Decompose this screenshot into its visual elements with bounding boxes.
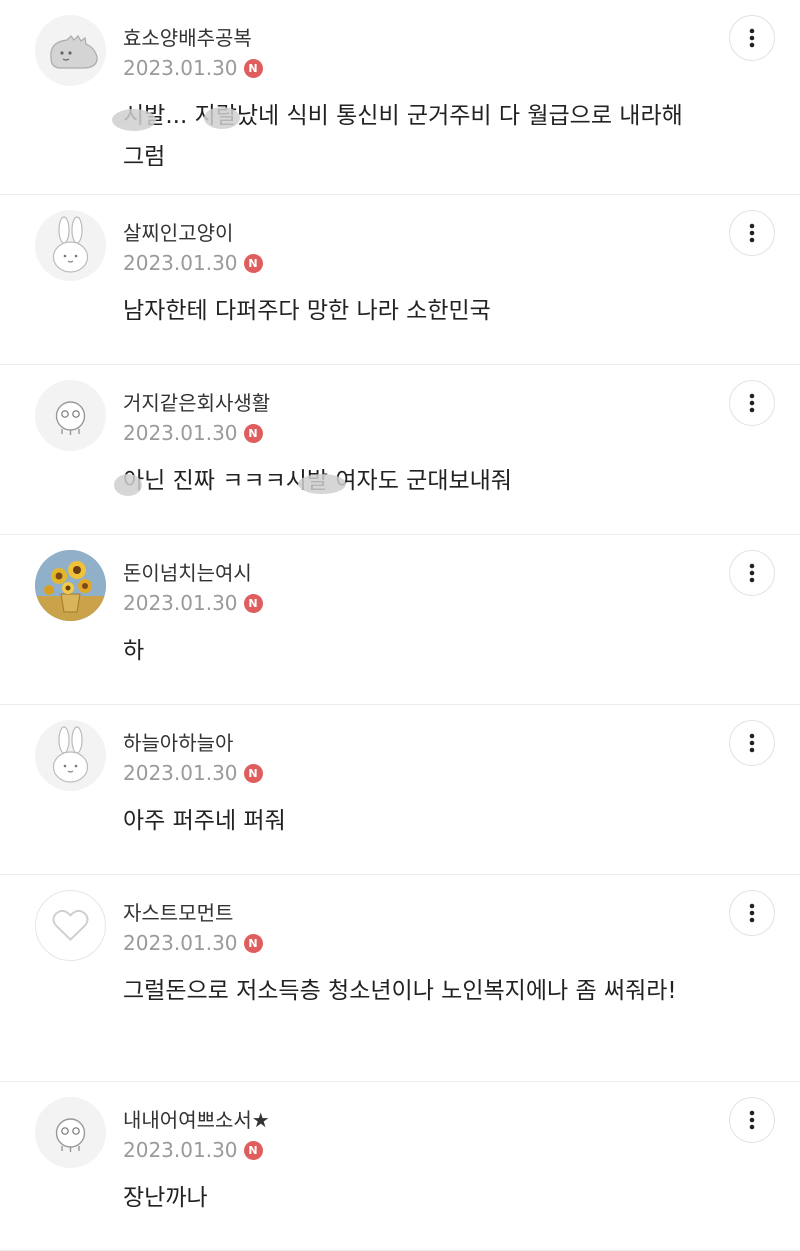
comment-text: 장난까나 — [123, 1185, 208, 1211]
more-options-button[interactable] — [729, 550, 775, 596]
more-vertical-icon — [749, 563, 755, 583]
new-badge: N — [243, 253, 263, 273]
comment-meta: 2023.01.30 N — [123, 761, 263, 785]
comment-nickname[interactable]: 하늘아하늘아 — [123, 727, 233, 756]
more-vertical-icon — [749, 28, 755, 48]
comment-meta: 2023.01.30 N — [123, 591, 263, 615]
comment-date: 2023.01.30 — [123, 761, 238, 785]
more-vertical-icon — [749, 903, 755, 923]
blur-smudge — [112, 107, 240, 131]
comment-meta: 2023.01.30 N — [123, 931, 263, 955]
comment-nickname[interactable]: 돈이넘치는여시 — [123, 557, 252, 586]
more-vertical-icon — [749, 393, 755, 413]
comment-nickname[interactable]: 자스트모먼트 — [123, 897, 233, 926]
comment-meta: 2023.01.30 N — [123, 421, 263, 445]
new-badge: N — [243, 1140, 263, 1160]
rabbit-avatar-icon[interactable] — [35, 210, 106, 281]
comment-item: 하늘아하늘아 2023.01.30 N 아주 퍼주네 퍼줘 — [0, 705, 800, 875]
character-avatar-icon[interactable] — [35, 380, 106, 451]
comment-item: 자스트모먼트 2023.01.30 N 그럴돈으로 저소득층 청소년이나 노인복… — [0, 875, 800, 1082]
comment-nickname[interactable]: 효소양배추공복 — [123, 22, 252, 51]
character-avatar-icon[interactable] — [35, 1097, 106, 1168]
more-options-button[interactable] — [729, 380, 775, 426]
comment-item: 살찌인고양이 2023.01.30 N 남자한테 다퍼주다 망한 나라 소한민국 — [0, 195, 800, 365]
new-badge: N — [243, 58, 263, 78]
comment-nickname[interactable]: 내내어여쁘소서★ — [123, 1104, 270, 1133]
dino-avatar-icon[interactable] — [35, 15, 106, 86]
more-options-button[interactable] — [729, 720, 775, 766]
comment-date: 2023.01.30 — [123, 1138, 238, 1162]
comment-date: 2023.01.30 — [123, 931, 238, 955]
more-options-button[interactable] — [729, 15, 775, 61]
comment-meta: 2023.01.30 N — [123, 251, 263, 275]
comment-date: 2023.01.30 — [123, 421, 238, 445]
comment-meta: 2023.01.30 N — [123, 56, 263, 80]
more-options-button[interactable] — [729, 890, 775, 936]
comment-item: 거지같은회사생활 2023.01.30 N 아닌 진짜 ㅋㅋㅋ시발 여자도 군대… — [0, 365, 800, 535]
comment-meta: 2023.01.30 N — [123, 1138, 263, 1162]
new-badge: N — [243, 423, 263, 443]
comment-nickname[interactable]: 거지같은회사생활 — [123, 387, 270, 416]
comment-text: 아주 퍼주네 퍼줘 — [123, 808, 286, 834]
comment-date: 2023.01.30 — [123, 251, 238, 275]
new-badge: N — [243, 763, 263, 783]
comment-item: 효소양배추공복 2023.01.30 N 시발... 지랄났네 식비 통신비 군… — [0, 0, 800, 195]
comment-item: 돈이넘치는여시 2023.01.30 N 하 — [0, 535, 800, 705]
sunflower-photo-avatar[interactable] — [35, 550, 106, 621]
comment-nickname[interactable]: 살찌인고양이 — [123, 217, 233, 246]
comment-date: 2023.01.30 — [123, 56, 238, 80]
more-vertical-icon — [749, 1110, 755, 1130]
comment-text: 남자한테 다퍼주다 망한 나라 소한민국 — [123, 298, 491, 324]
more-options-button[interactable] — [729, 1097, 775, 1143]
more-vertical-icon — [749, 223, 755, 243]
comment-text: 하 — [123, 638, 145, 664]
comment-date: 2023.01.30 — [123, 591, 238, 615]
new-badge: N — [243, 593, 263, 613]
more-vertical-icon — [749, 733, 755, 753]
rabbit-avatar-icon[interactable] — [35, 720, 106, 791]
new-badge: N — [243, 933, 263, 953]
blur-smudge — [114, 474, 346, 496]
comment-item: 내내어여쁘소서★ 2023.01.30 N 장난까나 — [0, 1082, 800, 1251]
heart-avatar-icon[interactable] — [35, 890, 106, 961]
more-options-button[interactable] — [729, 210, 775, 256]
comment-text: 그럴돈으로 저소득층 청소년이나 노인복지에나 좀 써줘라! — [123, 978, 677, 1004]
